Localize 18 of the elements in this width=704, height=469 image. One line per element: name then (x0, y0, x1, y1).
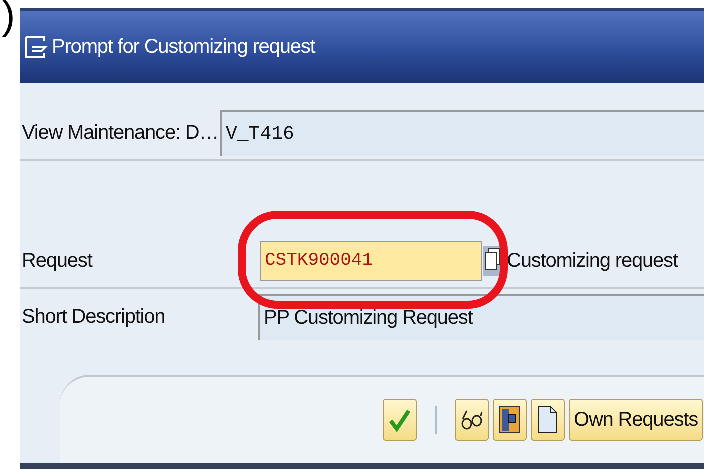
input-field[interactable]: CSTK900041 (260, 241, 482, 281)
page-icon (538, 406, 558, 434)
panel-button[interactable] (493, 399, 527, 441)
panel-icon (499, 406, 521, 434)
text-field[interactable]: PP Customizing Request (258, 294, 704, 340)
window-icon (24, 35, 48, 59)
field-label: Short Description (21, 306, 166, 328)
field-description: Customizing request (507, 250, 678, 272)
cut-off-text: ) (2, 0, 16, 38)
check-button[interactable] (383, 399, 417, 441)
glasses-button[interactable] (455, 399, 489, 441)
checkmark-icon (389, 408, 411, 432)
window-title: Prompt for Customizing request (52, 36, 316, 58)
text-field[interactable]: V_T416 (220, 110, 704, 156)
page-button[interactable] (531, 399, 565, 441)
field-label: Request (21, 250, 94, 272)
own-requests-button[interactable]: Own Requests (569, 399, 703, 441)
field-label: View Maintenance: D… (21, 122, 220, 144)
